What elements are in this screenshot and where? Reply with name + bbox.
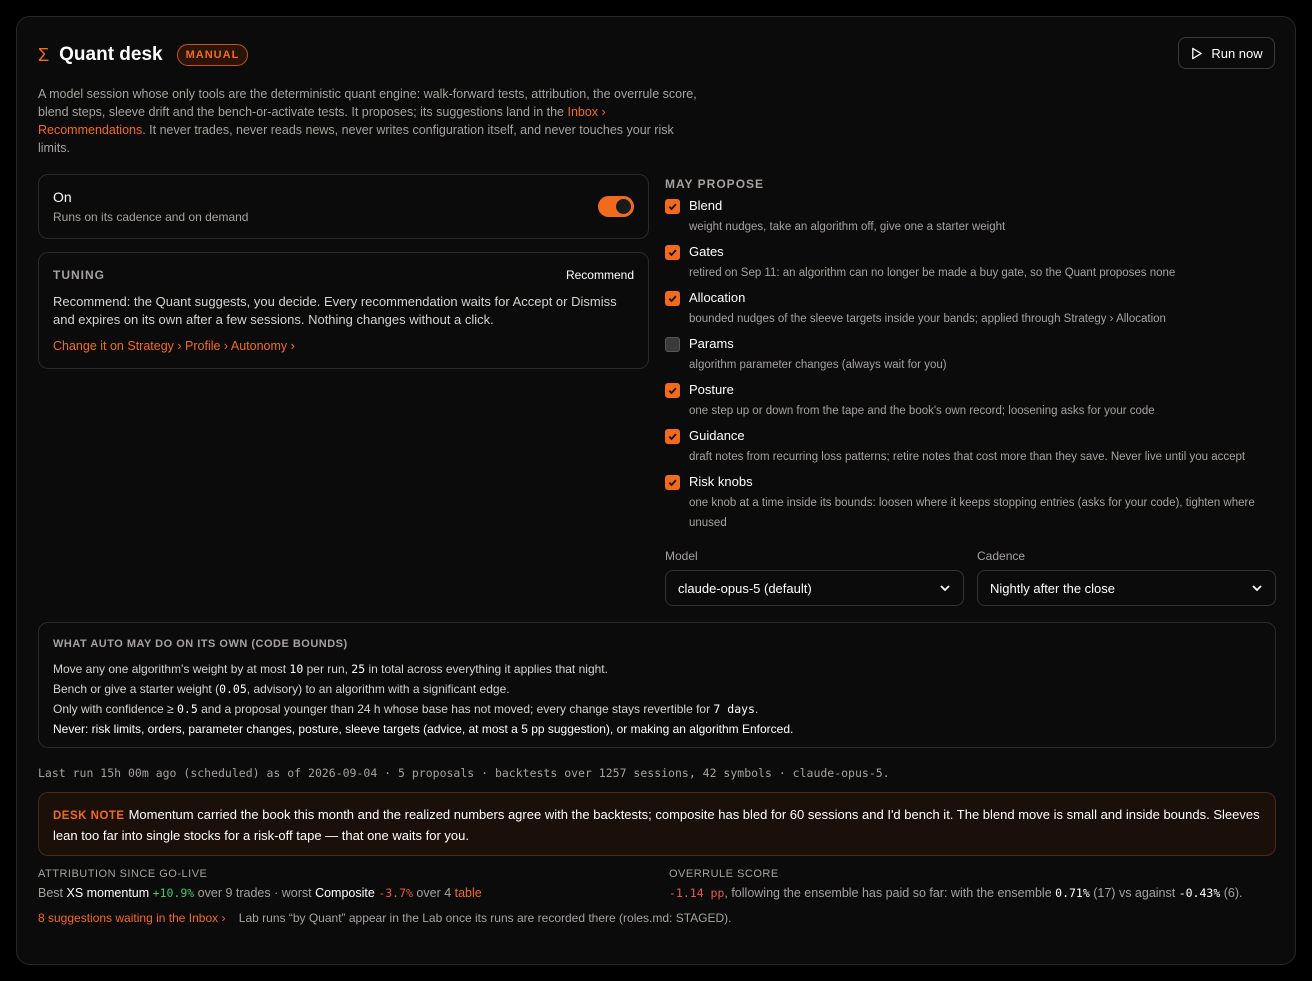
propose-item: Risk knobs one knob at a time inside its … bbox=[665, 473, 1279, 533]
overrule-line: -1.14 pp, following the ensemble has pai… bbox=[669, 886, 1243, 900]
propose-checkbox[interactable] bbox=[665, 429, 680, 444]
may-propose-section: MAY PROPOSE Blend weight nudges, take an … bbox=[665, 177, 1279, 539]
quant-desk-panel: Σ Quant desk MANUAL Run now A model sess… bbox=[16, 16, 1296, 965]
run-now-button[interactable]: Run now bbox=[1178, 37, 1275, 69]
tuning-text: Recommend: the Quant suggests, you decid… bbox=[53, 294, 617, 327]
status-card: On Runs on its cadence and on demand bbox=[38, 174, 649, 239]
propose-list: Blend weight nudges, take an algorithm of… bbox=[665, 197, 1279, 533]
model-label: Model bbox=[665, 549, 698, 563]
propose-item-name: Blend bbox=[689, 198, 723, 213]
header: Σ Quant desk MANUAL bbox=[38, 43, 249, 67]
status-subtitle: Runs on its cadence and on demand bbox=[53, 210, 249, 224]
model-value: claude-opus-5 (default) bbox=[678, 580, 812, 596]
propose-item-desc: draft notes from recurring loss patterns… bbox=[689, 451, 1246, 463]
propose-item: Blend weight nudges, take an algorithm of… bbox=[665, 197, 1279, 237]
desk-note-tag: DESK NOTE bbox=[53, 810, 125, 822]
attribution-table-link[interactable]: table bbox=[455, 886, 482, 900]
cadence-select[interactable]: Nightly after the close bbox=[977, 570, 1276, 606]
tuning-card: TUNING Recommend Recommend: the Quant su… bbox=[38, 252, 649, 369]
propose-item-desc: algorithm parameter changes (always wait… bbox=[689, 359, 947, 371]
enabled-toggle[interactable] bbox=[598, 196, 634, 217]
propose-item-name: Posture bbox=[689, 382, 734, 397]
bounds-line-weight: Move any one algorithm's weight by at mo… bbox=[53, 662, 608, 676]
bounds-line-never: Never: risk limits, orders, parameter ch… bbox=[53, 722, 794, 736]
propose-item-name: Allocation bbox=[689, 290, 746, 305]
propose-item-name: Params bbox=[689, 336, 734, 351]
propose-item: Guidance draft notes from recurring loss … bbox=[665, 427, 1279, 467]
worst-value: -3.7% bbox=[378, 886, 413, 900]
lab-runs-text: Lab runs “by Quant” appear in the Lab on… bbox=[238, 911, 732, 925]
propose-item: Posture one step up or down from the tape… bbox=[665, 381, 1279, 421]
run-now-label: Run now bbox=[1211, 45, 1263, 61]
footer: 8 suggestions waiting in the Inbox › Lab… bbox=[38, 911, 731, 925]
overrule-label: OVERRULE SCORE bbox=[669, 868, 779, 880]
model-select[interactable]: claude-opus-5 (default) bbox=[665, 570, 964, 606]
inbox-suggestions-link[interactable]: 8 suggestions waiting in the Inbox › bbox=[38, 911, 225, 925]
propose-item: Params algorithm parameter changes (alway… bbox=[665, 335, 1279, 375]
chevron-down-icon bbox=[940, 585, 950, 592]
desk-note: DESK NOTE Momentum carried the book this … bbox=[53, 805, 1263, 846]
attribution-label: ATTRIBUTION SINCE GO-LIVE bbox=[38, 868, 208, 880]
best-algo: XS momentum bbox=[66, 886, 150, 900]
worst-algo: Composite bbox=[315, 886, 375, 900]
propose-item-desc: weight nudges, take an algorithm off, gi… bbox=[689, 221, 1006, 233]
cadence-value: Nightly after the close bbox=[990, 580, 1116, 596]
sigma-icon: Σ bbox=[38, 44, 50, 65]
status-title: On bbox=[53, 189, 72, 205]
desk-note-card: DESK NOTE Momentum carried the book this … bbox=[38, 792, 1276, 856]
propose-item-name: Guidance bbox=[689, 428, 745, 443]
tuning-label: TUNING bbox=[53, 268, 105, 282]
propose-item-desc: bounded nudges of the sleeve targets ins… bbox=[689, 313, 1166, 325]
code-bounds-card: WHAT AUTO MAY DO ON ITS OWN (CODE BOUNDS… bbox=[38, 622, 1276, 748]
propose-checkbox[interactable] bbox=[665, 291, 680, 306]
description: A model session whose only tools are the… bbox=[38, 87, 697, 155]
propose-checkbox[interactable] bbox=[665, 383, 680, 398]
propose-checkbox[interactable] bbox=[665, 337, 680, 352]
autonomy-link[interactable]: Change it on Strategy › Profile › Autono… bbox=[53, 339, 295, 353]
bounds-line-bench: Bench or give a starter weight (0.05, ad… bbox=[53, 682, 510, 696]
page-title: Quant desk bbox=[59, 44, 163, 65]
code-bounds-lines: Move any one algorithm's weight by at mo… bbox=[53, 659, 793, 739]
with-ensemble-value: 0.71% bbox=[1055, 886, 1090, 900]
propose-item-name: Gates bbox=[689, 244, 724, 259]
desk-note-text: Momentum carried the book this month and… bbox=[53, 807, 1260, 843]
best-value: +10.9% bbox=[152, 886, 195, 900]
play-icon bbox=[1192, 47, 1203, 59]
propose-checkbox[interactable] bbox=[665, 199, 680, 214]
against-ensemble-value: -0.43% bbox=[1178, 886, 1221, 900]
cadence-label: Cadence bbox=[977, 549, 1026, 563]
last-run-status: Last run 15h 00m ago (scheduled) as of 2… bbox=[38, 766, 890, 780]
tuning-mode: Recommend bbox=[565, 268, 634, 282]
attribution-line: Best XS momentum +10.9% over 9 trades · … bbox=[38, 886, 482, 900]
toggle-knob bbox=[616, 199, 631, 214]
may-propose-label: MAY PROPOSE bbox=[665, 177, 765, 191]
mode-badge: MANUAL bbox=[176, 44, 249, 66]
propose-checkbox[interactable] bbox=[665, 245, 680, 260]
propose-item-desc: one step up or down from the tape and th… bbox=[689, 405, 1155, 417]
propose-item: Gates retired on Sep 11: an algorithm can… bbox=[665, 243, 1279, 283]
chevron-down-icon bbox=[1252, 585, 1262, 592]
propose-item-name: Risk knobs bbox=[689, 474, 753, 489]
propose-checkbox[interactable] bbox=[665, 475, 680, 490]
overrule-value: -1.14 pp bbox=[669, 886, 725, 900]
overrule-section: OVERRULE SCORE -1.14 pp, following the e… bbox=[669, 868, 1289, 900]
bounds-line-confidence: Only with confidence ≥ 0.5 and a proposa… bbox=[53, 702, 759, 716]
propose-item-desc: one knob at a time inside its bounds: lo… bbox=[689, 497, 1255, 529]
code-bounds-title: WHAT AUTO MAY DO ON ITS OWN (CODE BOUNDS… bbox=[53, 638, 348, 650]
attribution-section: ATTRIBUTION SINCE GO-LIVE Best XS moment… bbox=[38, 868, 658, 900]
propose-item-desc: retired on Sep 11: an algorithm can no l… bbox=[689, 267, 1176, 279]
propose-item: Allocation bounded nudges of the sleeve t… bbox=[665, 289, 1279, 329]
